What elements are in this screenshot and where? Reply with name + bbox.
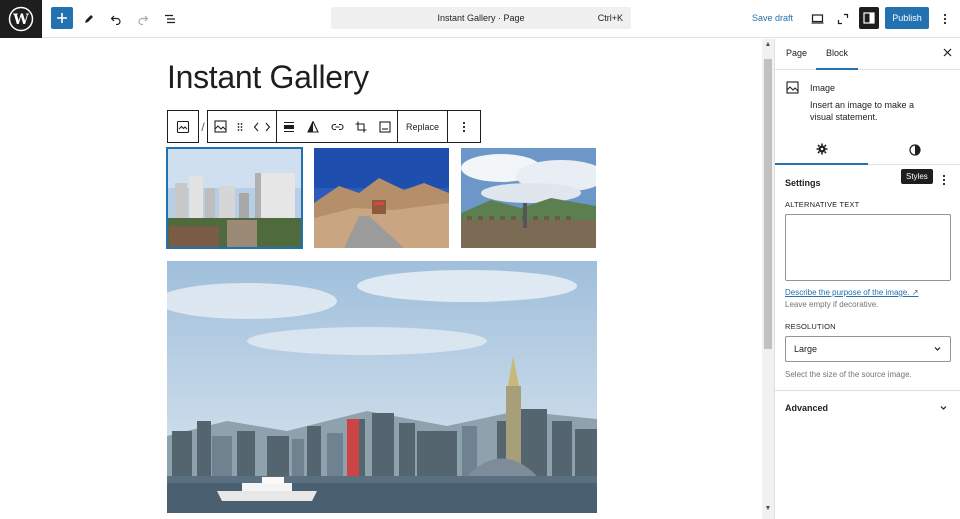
settings-sidebar: Page Block Image Insert an image to make… [774,39,960,519]
scroll-down-arrow-icon[interactable]: ▼ [764,505,772,513]
options-menu-button[interactable] [934,8,956,30]
block-toolbar: / Replace [167,110,482,143]
close-icon [943,48,952,57]
desktop-icon [811,14,823,24]
crop-button[interactable] [349,111,373,142]
caption-button[interactable] [373,111,397,142]
more-vertical-icon [943,13,947,25]
align-button[interactable] [277,111,301,142]
canvas-scrollbar[interactable]: ▲ ▼ [762,39,774,519]
link-icon [330,123,344,130]
document-title-label: Instant Gallery · Page [437,13,525,23]
alt-text-label: ALTERNATIVE TEXT [785,200,860,209]
block-options-button[interactable] [448,111,480,142]
view-post-button[interactable] [832,8,854,30]
resolution-help: Select the size of the source image. [785,370,912,379]
settings-toggle-button[interactable] [859,7,879,29]
editor-header: W Instant Gallery · Page Ctrl+K Save dra… [0,0,960,38]
image-hong-kong-skyline[interactable] [167,261,597,513]
wordpress-logo-button[interactable]: W [0,0,42,38]
describe-purpose-link-text: Describe the purpose of the image. [785,288,910,297]
replace-button[interactable]: Replace [398,111,447,142]
pencil-icon [85,15,93,23]
tools-button[interactable] [78,8,100,30]
replace-group: Replace [398,110,449,143]
drag-handle-icon [237,122,243,131]
undo-icon [110,15,121,25]
tab-styles[interactable] [868,135,960,165]
scroll-up-arrow-icon[interactable]: ▲ [764,41,772,49]
crop-icon [355,121,367,132]
scrollbar-thumb[interactable] [764,59,772,349]
undo-button[interactable] [105,8,127,30]
image-icon [786,81,799,94]
tab-block[interactable]: Block [815,48,859,70]
list-view-icon [165,14,175,24]
save-draft-button[interactable]: Save draft [752,13,793,23]
describe-purpose-link[interactable]: Describe the purpose of the image. ↗ [785,288,918,297]
svg-text:W: W [12,12,29,28]
caption-icon [379,120,391,133]
more-vertical-icon [462,121,466,132]
advanced-panel-toggle[interactable]: Advanced [785,403,828,413]
redo-icon [138,15,149,25]
alt-text-help: Leave empty if decorative. [785,300,879,309]
contrast-icon [908,144,921,156]
resolution-label: RESOLUTION [785,322,836,331]
parent-selector-group [167,110,199,143]
image-icon [213,120,227,133]
options-group [448,110,482,143]
sidebar-icon [863,12,875,24]
alt-text-field[interactable] [785,214,951,281]
link-button[interactable] [325,111,349,142]
chevron-left-right-icon [253,122,271,131]
styles-tooltip: Styles [901,169,933,184]
resolution-value: Large [794,344,818,354]
gallery-image-city-apartments[interactable] [166,147,303,249]
duotone-icon [307,120,319,133]
resolution-select[interactable]: Large [785,336,951,362]
more-vertical-icon [942,174,946,186]
add-block-button[interactable] [51,7,73,29]
sidebar-tabs: Page Block [775,39,960,70]
document-overview-button[interactable] [159,8,181,30]
image-tools-group [277,110,398,143]
command-palette-button[interactable]: Instant Gallery · Page Ctrl+K [331,7,631,29]
redo-button[interactable] [132,8,154,30]
gallery-icon [176,120,190,133]
duotone-button[interactable] [301,111,325,142]
block-inspector-tabs [775,135,960,165]
toolbar-separator: / [201,119,205,134]
gallery-parent-button[interactable] [168,111,198,142]
align-icon [284,121,294,132]
tab-page[interactable]: Page [786,48,807,58]
tab-settings[interactable] [775,135,868,165]
gallery-image-desert-road[interactable] [314,148,449,248]
preview-button[interactable] [806,8,828,30]
external-expand-icon [837,13,849,25]
plus-icon [57,13,67,23]
wordpress-icon: W [8,6,34,32]
block-name: Image [810,83,836,93]
drag-handle[interactable] [232,111,248,142]
chevron-down-icon [934,347,941,351]
block-type-group [207,110,277,143]
shortcut-hint: Ctrl+K [597,13,623,23]
publish-button[interactable]: Publish [885,7,929,29]
chevron-down-icon[interactable] [939,403,948,412]
block-description: Insert an image to make a visual stateme… [810,100,915,122]
settings-panel-title: Settings [785,178,821,188]
image-block-switcher[interactable] [208,111,232,142]
settings-options-button[interactable] [942,174,946,189]
move-left-right-buttons[interactable] [248,111,276,142]
gallery-image-wall-landscape[interactable] [461,148,596,248]
panel-divider [775,390,960,391]
close-sidebar-button[interactable] [943,46,952,60]
gear-icon [816,143,827,155]
editor-canvas: Instant Gallery / Replace [0,39,762,519]
post-title[interactable]: Instant Gallery [167,59,369,96]
